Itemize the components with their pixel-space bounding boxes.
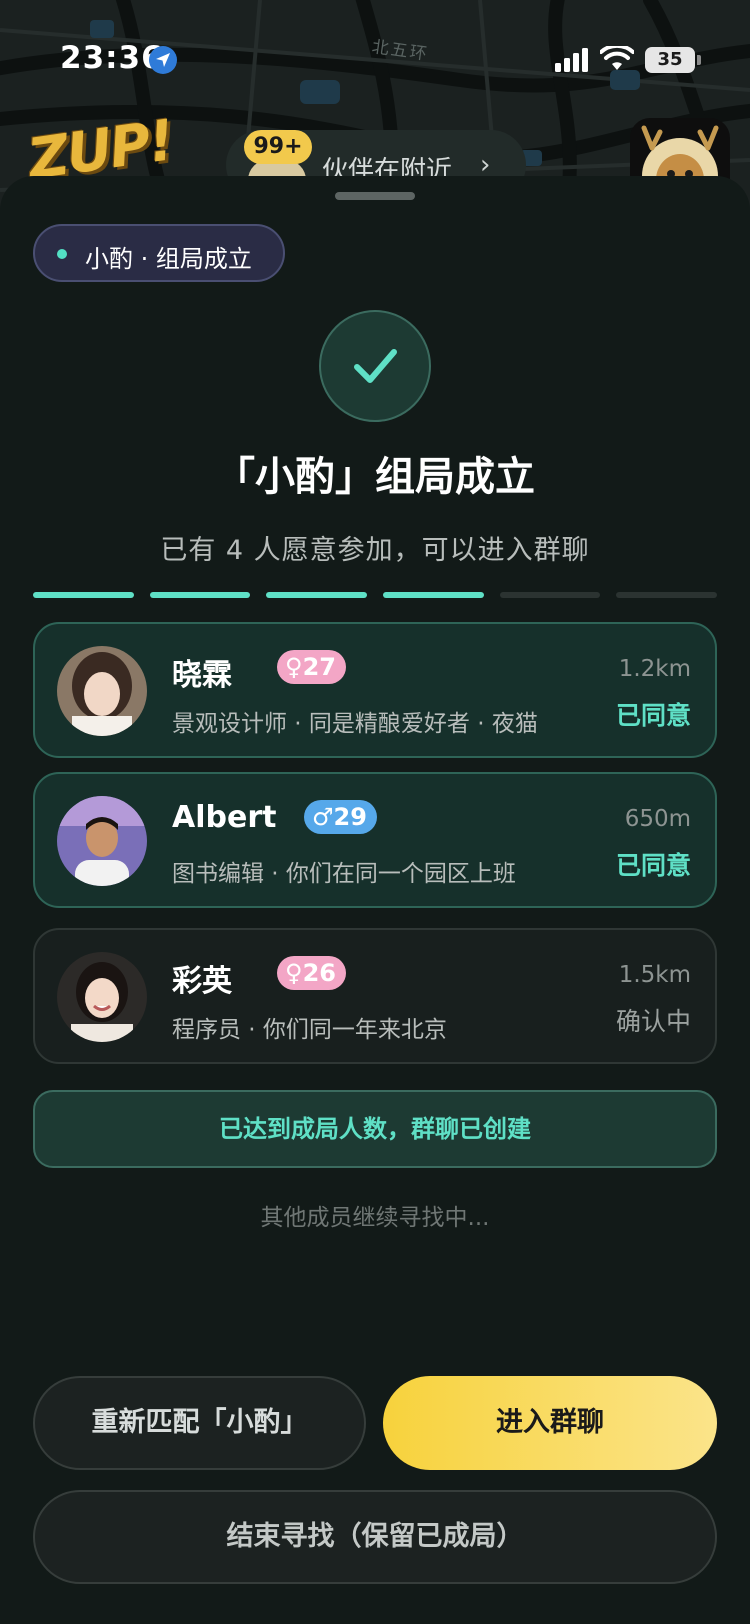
success-check-badge xyxy=(319,310,431,422)
progress-segment xyxy=(499,592,601,598)
bottom-sheet: 小酌 · 组局成立 「小酌」组局成立 已有 4 人愿意参加，可以进入群聊 晓霖 … xyxy=(0,176,750,1624)
gender-age-badge: ♂29 xyxy=(304,800,377,834)
enter-group-chat-button[interactable]: 进入群聊 xyxy=(383,1376,717,1470)
cellular-signal-icon xyxy=(555,48,588,72)
checkmark-icon xyxy=(354,349,397,383)
member-card[interactable]: 晓霖 ♀27 景观设计师 · 同是精酿爱好者 · 夜猫 1.2km 已同意 xyxy=(33,622,717,758)
member-distance: 1.5km xyxy=(618,962,691,988)
sheet-grabber[interactable] xyxy=(335,192,415,200)
member-name: 晓霖 xyxy=(172,658,232,693)
status-bar: 23:36 35 xyxy=(0,0,750,110)
member-description: 程序员 · 你们同一年来北京 xyxy=(172,1017,447,1043)
tag-label: 小酌 · 组局成立 xyxy=(85,245,252,273)
avatar xyxy=(57,952,147,1042)
member-status: 确认中 xyxy=(615,1007,691,1036)
member-distance: 1.2km xyxy=(618,656,691,682)
page-subtitle: 已有 4 人愿意参加，可以进入群聊 xyxy=(160,535,590,566)
progress-segment xyxy=(149,592,251,598)
female-icon: ♀ xyxy=(285,959,303,987)
group-created-notice: 已达到成局人数，群聊已创建 xyxy=(33,1090,717,1168)
progress-bar xyxy=(33,592,718,598)
member-age: 27 xyxy=(302,653,336,681)
location-arrow-icon xyxy=(149,46,177,74)
avatar xyxy=(57,796,147,886)
member-status: 已同意 xyxy=(615,701,691,730)
member-description: 图书编辑 · 你们在同一个园区上班 xyxy=(172,861,516,887)
battery-tip xyxy=(697,55,701,65)
member-name: Albert xyxy=(172,800,277,835)
status-dot xyxy=(57,249,67,259)
battery-indicator: 35 xyxy=(645,47,695,73)
progress-segment xyxy=(266,592,368,598)
progress-segment xyxy=(383,592,484,598)
searching-text: 其他成员继续寻找中... xyxy=(260,1205,490,1231)
nearby-count-badge: 99+ xyxy=(244,130,312,164)
progress-segment xyxy=(616,592,718,598)
male-icon: ♂ xyxy=(312,803,334,831)
gender-age-badge: ♀26 xyxy=(277,956,346,990)
page-title: 「小酌」组局成立 xyxy=(215,454,535,500)
avatar xyxy=(57,646,147,736)
member-age: 29 xyxy=(333,803,367,831)
member-card[interactable]: Albert ♂29 图书编辑 · 你们在同一个园区上班 650m 已同意 xyxy=(33,772,717,908)
end-search-button[interactable]: 结束寻找（保留已成局） xyxy=(33,1490,717,1584)
member-age: 26 xyxy=(302,959,336,987)
rematch-button[interactable]: 重新匹配「小酌」 xyxy=(33,1376,366,1470)
member-description: 景观设计师 · 同是精酿爱好者 · 夜猫 xyxy=(172,711,538,737)
wifi-icon xyxy=(600,46,634,70)
member-distance: 650m xyxy=(624,806,691,832)
female-icon: ♀ xyxy=(285,653,303,681)
activity-status-tag: 小酌 · 组局成立 xyxy=(33,224,285,282)
member-card[interactable]: 彩英 ♀26 程序员 · 你们同一年来北京 1.5km 确认中 xyxy=(33,928,717,1064)
member-name: 彩英 xyxy=(172,964,232,999)
gender-age-badge: ♀27 xyxy=(277,650,346,684)
member-status: 已同意 xyxy=(615,851,691,880)
progress-segment xyxy=(33,592,134,598)
